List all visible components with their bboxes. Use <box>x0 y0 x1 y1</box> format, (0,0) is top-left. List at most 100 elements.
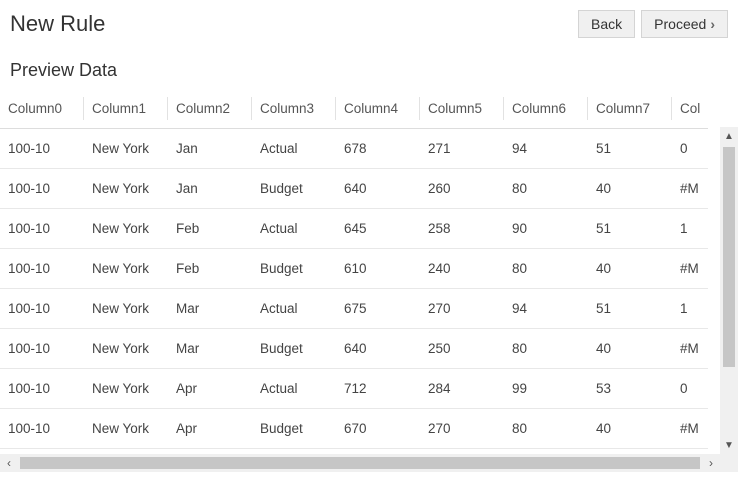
preview-table: Column0 Column1 Column2 Column3 Column4 … <box>0 89 708 454</box>
scroll-left-icon[interactable]: ‹ <box>0 454 18 472</box>
table-cell: 271 <box>420 129 504 169</box>
column-header[interactable]: Col <box>672 89 708 129</box>
table-cell: 99 <box>504 369 588 409</box>
table-cell: 0 <box>672 129 708 169</box>
column-header[interactable]: Column5 <box>420 89 504 129</box>
table-cell: 100-10 <box>0 209 84 249</box>
table-cell: New York <box>84 329 168 369</box>
table-cell: 94 <box>504 129 588 169</box>
page-title: New Rule <box>10 11 105 37</box>
table-cell: 100-10 <box>0 369 84 409</box>
table-cell: 51 <box>588 129 672 169</box>
table-cell: #M <box>672 249 708 289</box>
table-cell: 100-10 <box>0 329 84 369</box>
table-cell: Apr <box>168 369 252 409</box>
table-cell: 51 <box>588 289 672 329</box>
table-row[interactable]: 100-10New YorkFebBudget6102408040#M <box>0 249 708 289</box>
table-cell: 40 <box>588 249 672 289</box>
table-cell: 258 <box>420 209 504 249</box>
table-cell: New York <box>84 249 168 289</box>
table-cell: New York <box>84 169 168 209</box>
table-cell: 53 <box>588 369 672 409</box>
table-cell: 640 <box>336 329 420 369</box>
table-cell: 80 <box>504 329 588 369</box>
table-cell: Budget <box>252 329 336 369</box>
table-cell: 90 <box>504 209 588 249</box>
column-header[interactable]: Column3 <box>252 89 336 129</box>
table-cell: Actual <box>252 209 336 249</box>
table-row[interactable]: 100-10New YorkJanBudget6402608040#M <box>0 169 708 209</box>
table-row[interactable]: 100-10New YorkMarBudget6402508040#M <box>0 329 708 369</box>
table-cell: Jan <box>168 169 252 209</box>
proceed-button-label: Proceed <box>654 16 706 32</box>
column-header[interactable]: Column0 <box>0 89 84 129</box>
table-cell: New York <box>84 289 168 329</box>
preview-title: Preview Data <box>0 38 738 89</box>
scroll-thumb-horizontal[interactable] <box>20 457 700 469</box>
back-button-label: Back <box>591 16 622 32</box>
table-cell: #M <box>672 329 708 369</box>
table-cell: 610 <box>336 249 420 289</box>
vertical-scrollbar[interactable]: ▲ ▼ <box>720 127 738 454</box>
table-cell: New York <box>84 209 168 249</box>
table-cell: Mar <box>168 289 252 329</box>
table-cell: 675 <box>336 289 420 329</box>
table-cell: 100-10 <box>0 169 84 209</box>
table-cell: Budget <box>252 249 336 289</box>
preview-table-viewport[interactable]: Column0 Column1 Column2 Column3 Column4 … <box>0 89 718 454</box>
table-cell: Budget <box>252 169 336 209</box>
table-row[interactable]: 100-10New YorkFebActual64525890511 <box>0 209 708 249</box>
back-button[interactable]: Back <box>578 10 635 38</box>
table-cell: Actual <box>252 129 336 169</box>
column-header[interactable]: Column6 <box>504 89 588 129</box>
table-cell: 640 <box>336 169 420 209</box>
column-header[interactable]: Column7 <box>588 89 672 129</box>
table-cell: 1 <box>672 289 708 329</box>
chevron-right-icon: › <box>710 16 715 32</box>
column-header[interactable]: Column1 <box>84 89 168 129</box>
table-row[interactable]: 100-10New YorkAprActual71228499530 <box>0 369 708 409</box>
table-cell: 100-10 <box>0 249 84 289</box>
table-cell: Budget <box>252 409 336 449</box>
horizontal-scrollbar[interactable]: ‹ › <box>0 454 720 472</box>
table-row[interactable]: 100-10New YorkJanActual67827194510 <box>0 129 708 169</box>
table-cell: 250 <box>420 329 504 369</box>
table-cell: 94 <box>504 289 588 329</box>
scroll-thumb-vertical[interactable] <box>723 147 735 367</box>
table-cell: 270 <box>420 409 504 449</box>
table-cell: 100-10 <box>0 409 84 449</box>
scroll-down-icon[interactable]: ▼ <box>720 436 738 454</box>
table-cell: 80 <box>504 409 588 449</box>
table-cell: 51 <box>588 209 672 249</box>
table-cell: New York <box>84 129 168 169</box>
proceed-button[interactable]: Proceed › <box>641 10 728 38</box>
table-cell: 0 <box>672 369 708 409</box>
table-cell: Apr <box>168 409 252 449</box>
scroll-right-icon[interactable]: › <box>702 454 720 472</box>
table-cell: 40 <box>588 329 672 369</box>
table-cell: 670 <box>336 409 420 449</box>
table-cell: 100-10 <box>0 289 84 329</box>
table-row[interactable]: 100-10New YorkAprBudget6702708040#M <box>0 409 708 449</box>
table-cell: 645 <box>336 209 420 249</box>
table-cell: 80 <box>504 249 588 289</box>
table-cell: 678 <box>336 129 420 169</box>
table-row[interactable]: 100-10New YorkMarActual67527094511 <box>0 289 708 329</box>
table-cell: 712 <box>336 369 420 409</box>
column-header[interactable]: Column2 <box>168 89 252 129</box>
table-cell: 270 <box>420 289 504 329</box>
table-cell: Mar <box>168 329 252 369</box>
table-cell: New York <box>84 409 168 449</box>
table-cell: 40 <box>588 169 672 209</box>
table-cell: 260 <box>420 169 504 209</box>
table-cell: 80 <box>504 169 588 209</box>
scroll-up-icon[interactable]: ▲ <box>720 127 738 145</box>
table-cell: Actual <box>252 369 336 409</box>
scrollbar-corner <box>720 454 738 472</box>
table-cell: Jan <box>168 129 252 169</box>
table-cell: #M <box>672 169 708 209</box>
table-cell: New York <box>84 369 168 409</box>
table-cell: 1 <box>672 209 708 249</box>
column-header[interactable]: Column4 <box>336 89 420 129</box>
table-cell: Feb <box>168 249 252 289</box>
